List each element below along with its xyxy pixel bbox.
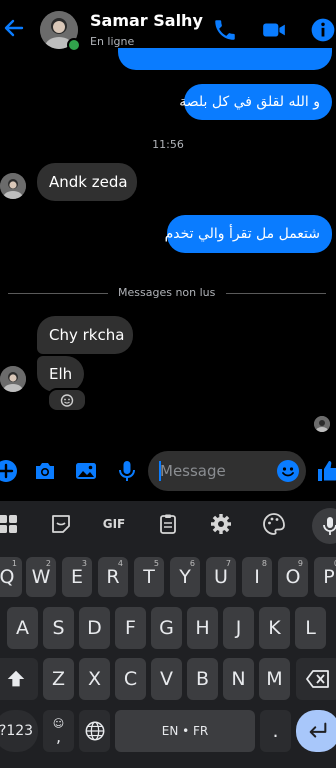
unread-divider-label: Messages non lus [118, 286, 216, 299]
key-m[interactable]: M [259, 658, 290, 700]
microphone-icon [323, 517, 336, 535]
outgoing-message[interactable]: و الله لقلق في كل بلصة [179, 84, 332, 120]
thumbs-up-icon[interactable] [316, 459, 336, 483]
phone-icon[interactable] [212, 17, 238, 43]
key-p[interactable]: P0 [314, 557, 336, 597]
globe-icon [85, 721, 104, 741]
text-cursor [159, 461, 161, 481]
key-k[interactable]: K [259, 607, 290, 649]
key-c[interactable]: C [115, 658, 146, 700]
message-text: Elh [49, 365, 73, 383]
key-o[interactable]: O9 [278, 557, 308, 597]
enter-key[interactable] [296, 710, 336, 752]
period-key[interactable]: . [260, 710, 291, 752]
message-text: Andk zeda [49, 173, 128, 191]
key-w[interactable]: W2 [26, 557, 56, 597]
key-t[interactable]: T5 [134, 557, 164, 597]
online-status-dot [67, 38, 81, 52]
contact-status: En ligne [90, 35, 135, 48]
message-text: شتعمل مل تقرأ والي تخدم [164, 226, 320, 242]
key-d[interactable]: D [79, 607, 110, 649]
emoji-icon[interactable] [276, 459, 300, 483]
key-v[interactable]: V [151, 658, 182, 700]
previous-message-bubble[interactable] [118, 48, 332, 70]
unread-divider-line [8, 293, 108, 294]
back-arrow-icon[interactable] [2, 16, 26, 40]
key-l[interactable]: L [295, 607, 326, 649]
image-icon[interactable] [74, 459, 98, 483]
seen-indicator-avatar [314, 416, 330, 432]
key-s[interactable]: S [43, 607, 74, 649]
message-timestamp: 11:56 [152, 138, 184, 151]
key-j[interactable]: J [223, 607, 254, 649]
shift-arrow-icon [7, 670, 25, 687]
symbols-key[interactable]: ?123 [0, 710, 38, 752]
unread-divider-line [226, 293, 326, 294]
language-key[interactable] [79, 710, 110, 752]
add-reaction-icon [60, 394, 74, 407]
clipboard-icon[interactable] [156, 512, 180, 536]
key-a[interactable]: A [7, 607, 38, 649]
contact-message-avatar[interactable] [0, 366, 26, 392]
key-g[interactable]: G [151, 607, 182, 649]
key-n[interactable]: N [223, 658, 254, 700]
emoji-comma-key[interactable]: ☺ , [43, 710, 74, 752]
backspace-icon [306, 670, 329, 688]
incoming-message[interactable]: Andk zeda [37, 163, 137, 201]
apps-grid-icon[interactable] [0, 512, 20, 536]
contact-name[interactable]: Samar Salhy [90, 11, 203, 30]
key-e[interactable]: E3 [62, 557, 92, 597]
sticker-icon[interactable] [49, 512, 73, 536]
incoming-message[interactable]: Chy rkcha [37, 316, 133, 354]
enter-arrow-icon [309, 722, 327, 738]
settings-gear-icon[interactable] [209, 512, 233, 536]
key-h[interactable]: H [187, 607, 218, 649]
message-reaction[interactable] [47, 388, 87, 412]
key-x[interactable]: X [79, 658, 110, 700]
key-i[interactable]: I8 [242, 557, 272, 597]
key-q[interactable]: Q1 [0, 557, 22, 597]
video-camera-icon[interactable] [261, 17, 287, 43]
info-icon[interactable] [310, 17, 336, 43]
plus-icon[interactable] [0, 459, 18, 483]
contact-message-avatar[interactable] [0, 173, 26, 199]
key-r[interactable]: R4 [98, 557, 128, 597]
theme-palette-icon[interactable] [262, 512, 286, 536]
key-y[interactable]: Y6 [170, 557, 200, 597]
shift-key[interactable] [0, 658, 38, 700]
space-bar[interactable]: EN • FR [115, 710, 255, 752]
key-u[interactable]: U7 [206, 557, 236, 597]
key-f[interactable]: F [115, 607, 146, 649]
gif-button[interactable]: GIF [100, 510, 128, 538]
outgoing-message[interactable]: شتعمل مل تقرأ والي تخدم [164, 215, 332, 253]
incoming-message[interactable]: Elh [37, 356, 84, 392]
message-text: Chy rkcha [49, 326, 125, 344]
key-b[interactable]: B [187, 658, 218, 700]
microphone-icon[interactable] [115, 459, 139, 483]
key-z[interactable]: Z [43, 658, 74, 700]
message-text: و الله لقلق في كل بلصة [179, 94, 320, 110]
camera-icon[interactable] [33, 459, 57, 483]
backspace-key[interactable] [296, 658, 336, 700]
